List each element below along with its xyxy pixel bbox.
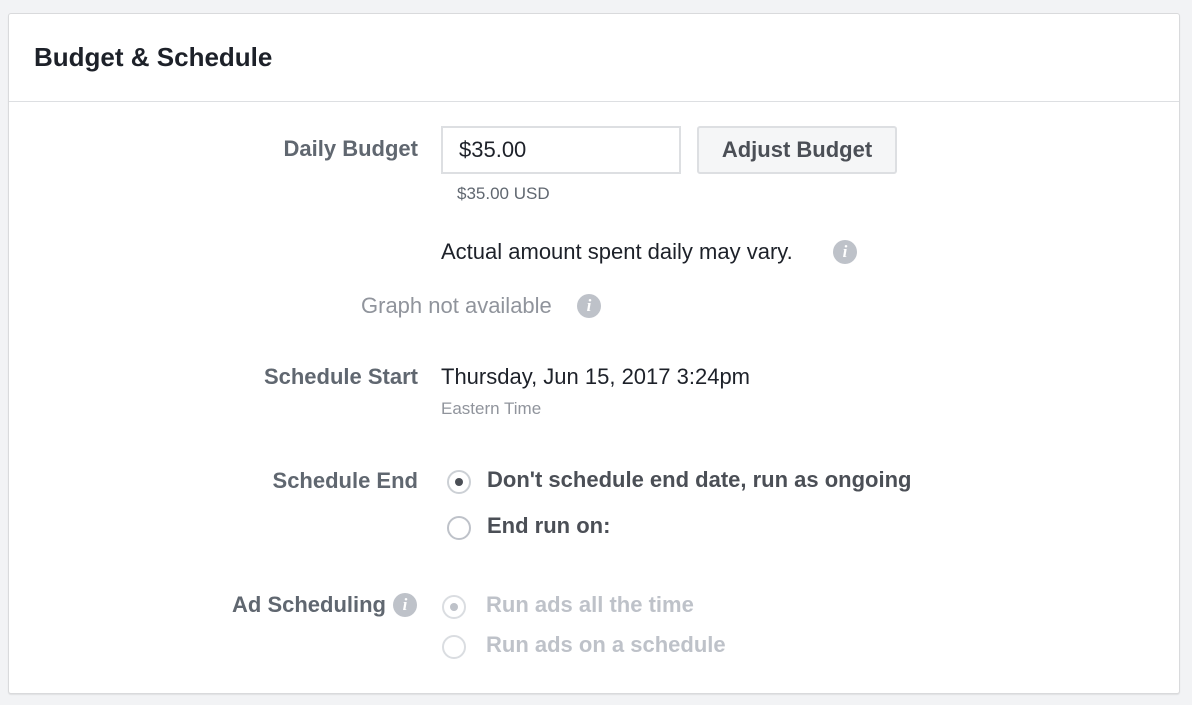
info-icon[interactable]: i	[577, 294, 601, 318]
card-header: Budget & Schedule	[9, 14, 1179, 102]
adjust-budget-button[interactable]: Adjust Budget	[697, 126, 897, 174]
daily-budget-input[interactable]	[441, 126, 681, 174]
schedule-end-date-label[interactable]: End run on:	[487, 513, 610, 539]
budget-schedule-card: Budget & Schedule Daily Budget Adjust Bu…	[8, 13, 1180, 694]
section-title: Budget & Schedule	[34, 42, 273, 72]
run-all-time-label[interactable]: Run ads all the time	[486, 592, 694, 618]
run-all-time-radio[interactable]	[442, 595, 466, 619]
schedule-end-date-radio[interactable]	[447, 516, 471, 540]
schedule-start-timezone: Eastern Time	[441, 399, 542, 418]
schedule-end-label: Schedule End	[272, 468, 418, 493]
info-icon[interactable]: i	[833, 240, 857, 264]
schedule-end-ongoing-radio[interactable]	[447, 470, 471, 494]
run-on-schedule-radio[interactable]	[442, 635, 466, 659]
schedule-start-label: Schedule Start	[263, 364, 418, 389]
ad-scheduling-label: Ad Scheduling	[232, 592, 386, 617]
budget-converted-amount: $35.00 USD	[457, 184, 550, 203]
graph-unavailable-text: Graph not available	[361, 293, 552, 318]
daily-spend-note: Actual amount spent daily may vary.	[441, 239, 793, 264]
schedule-start-datetime: Thursday, Jun 15, 2017 3:24pm	[441, 364, 751, 389]
schedule-end-ongoing-label[interactable]: Don't schedule end date, run as ongoing	[487, 467, 911, 493]
info-icon[interactable]: i	[393, 593, 417, 617]
daily-budget-label: Daily Budget	[283, 136, 418, 161]
run-on-schedule-label[interactable]: Run ads on a schedule	[486, 632, 726, 658]
